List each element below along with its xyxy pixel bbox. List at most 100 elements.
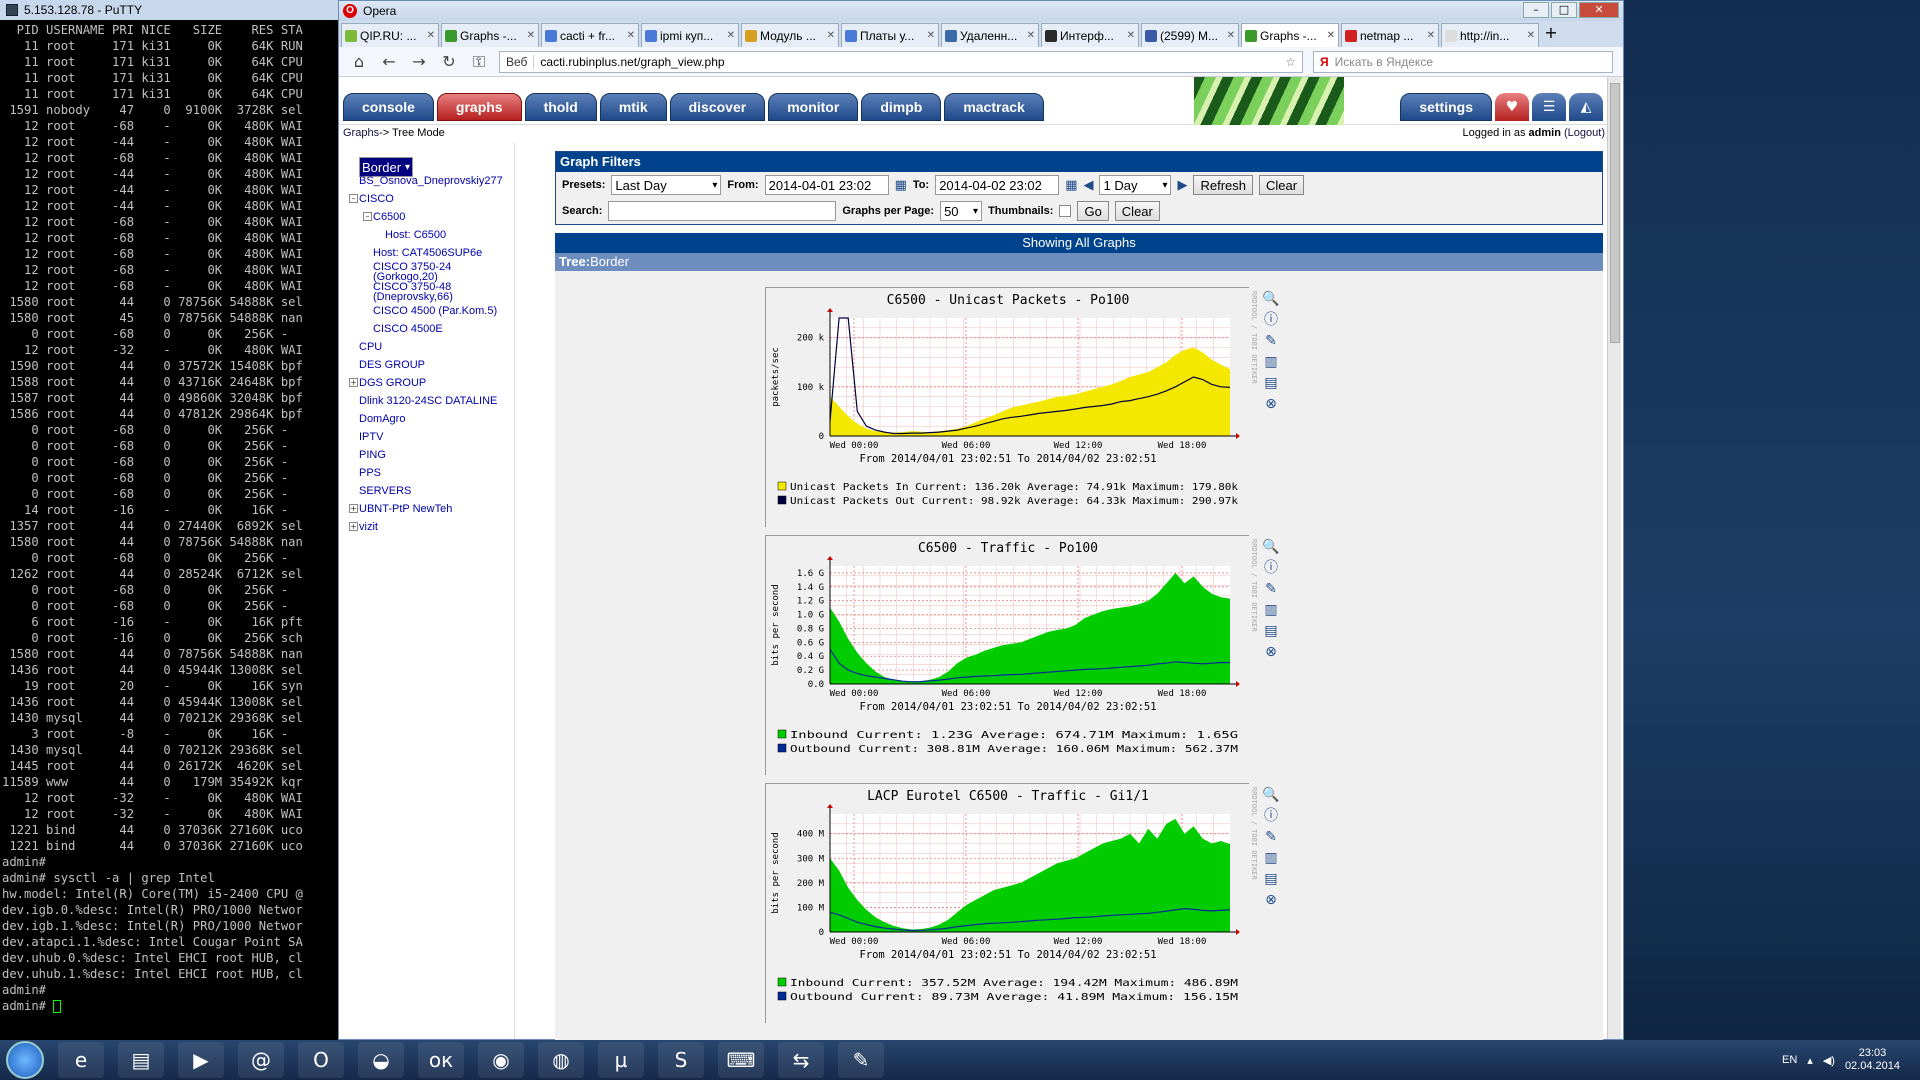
shift-left-icon[interactable]: ◀ bbox=[1083, 178, 1093, 193]
clock[interactable]: 23:03 02.04.2014 bbox=[1845, 1047, 1900, 1073]
info-icon[interactable]: ⓘ bbox=[1261, 558, 1281, 579]
tree-node[interactable]: CPU bbox=[359, 341, 382, 353]
tree-node[interactable]: DES GROUP bbox=[359, 359, 425, 371]
delete-icon[interactable]: ⊗ bbox=[1261, 394, 1281, 415]
thumbnails-checkbox[interactable] bbox=[1059, 205, 1072, 217]
chrome-icon[interactable]: ◉ bbox=[478, 1042, 524, 1078]
go-button[interactable]: Go bbox=[1077, 201, 1109, 221]
browser-tab[interactable]: ipmi куп... ✕ bbox=[641, 23, 739, 47]
delete-icon[interactable]: ⊗ bbox=[1261, 890, 1281, 911]
page-scrollbar[interactable] bbox=[1607, 77, 1621, 1039]
media-player-icon[interactable]: ▶ bbox=[178, 1042, 224, 1078]
putty-window[interactable]: 5.153.128.78 - PuTTY PID USERNAME PRI NI… bbox=[0, 0, 340, 1040]
network-globe-icon[interactable]: ◍ bbox=[538, 1042, 584, 1078]
properties-icon[interactable]: ✎ bbox=[1261, 331, 1281, 352]
tab-close-icon[interactable]: ✕ bbox=[627, 30, 635, 41]
tree-collapse-icon[interactable]: – bbox=[363, 212, 372, 221]
tree-node[interactable]: PPS bbox=[359, 467, 381, 479]
tab-console[interactable]: console bbox=[343, 93, 434, 121]
network-connections-icon[interactable]: ⌨ bbox=[718, 1042, 764, 1078]
tree-expand-icon[interactable]: + bbox=[349, 522, 358, 531]
tab-graphs[interactable]: graphs bbox=[436, 93, 522, 121]
tree-view-icon[interactable]: ♥ bbox=[1495, 93, 1529, 121]
tree-node[interactable]: vizit bbox=[359, 521, 378, 533]
preview-view-icon[interactable]: ◭ bbox=[1569, 93, 1603, 121]
rrd-graph[interactable]: LACP Eurotel C6500 - Traffic - Gi1/1 bits… bbox=[765, 783, 1250, 1024]
tree-node[interactable]: CISCO bbox=[359, 193, 394, 205]
to-input[interactable]: 2014-04-02 23:02 bbox=[935, 175, 1060, 195]
timespan-select[interactable]: 1 Day bbox=[1099, 175, 1172, 195]
browser-tab[interactable]: http://in... ✕ bbox=[1441, 23, 1539, 47]
tree-node[interactable]: (Dneprovsky,66) bbox=[373, 291, 453, 303]
browser-tab[interactable]: netmap ... ✕ bbox=[1341, 23, 1439, 47]
browser-tab[interactable]: (2599) M... ✕ bbox=[1141, 23, 1239, 47]
tab-thold[interactable]: thold bbox=[524, 93, 597, 121]
tab-settings[interactable]: settings bbox=[1400, 93, 1492, 121]
tab-close-icon[interactable]: ✕ bbox=[1527, 30, 1535, 41]
close-button[interactable]: ✕ bbox=[1579, 2, 1619, 18]
list-view-icon[interactable]: ☰ bbox=[1532, 93, 1566, 121]
zoom-icon[interactable]: 🔍 bbox=[1261, 537, 1281, 558]
tab-close-icon[interactable]: ✕ bbox=[427, 30, 435, 41]
tab-mtik[interactable]: mtik bbox=[599, 93, 667, 121]
tab-discover[interactable]: discover bbox=[669, 93, 766, 121]
tree-node[interactable]: CISCO 4500 (Par.Kom.5) bbox=[373, 305, 497, 317]
graph-search-input[interactable] bbox=[608, 201, 837, 221]
browser-tab[interactable]: Модуль ... ✕ bbox=[741, 23, 839, 47]
tray-arrow-icon[interactable]: ▴ bbox=[1807, 1054, 1813, 1067]
qip-icon[interactable]: ◒ bbox=[358, 1042, 404, 1078]
bookmark-star-icon[interactable]: ☆ bbox=[1285, 55, 1296, 69]
browser-tab[interactable]: Graphs -... ✕ bbox=[441, 23, 539, 47]
tab-close-icon[interactable]: ✕ bbox=[1427, 30, 1435, 41]
info-icon[interactable]: ⓘ bbox=[1261, 310, 1281, 331]
presets-select[interactable]: Last Day bbox=[611, 175, 722, 195]
odnoklassniki-icon[interactable]: ок bbox=[418, 1042, 464, 1078]
reload-icon[interactable]: ↻ bbox=[439, 52, 459, 71]
browser-tab[interactable]: Graphs -... ✕ bbox=[1241, 23, 1339, 47]
properties-icon[interactable]: ✎ bbox=[1261, 827, 1281, 848]
terminal-prompt-line[interactable]: admin# bbox=[0, 998, 340, 1014]
utorrent-icon[interactable]: µ bbox=[598, 1042, 644, 1078]
new-tab-icon[interactable]: + bbox=[1541, 23, 1561, 47]
notepad-icon[interactable]: ✎ bbox=[838, 1042, 884, 1078]
tab-close-icon[interactable]: ✕ bbox=[1027, 30, 1035, 41]
tab-close-icon[interactable]: ✕ bbox=[727, 30, 735, 41]
home-icon[interactable]: ⌂ bbox=[349, 52, 369, 71]
clear-time-button[interactable]: Clear bbox=[1259, 175, 1305, 195]
maximize-button[interactable]: □ bbox=[1551, 2, 1577, 18]
start-button[interactable] bbox=[6, 1041, 44, 1079]
opera-window[interactable]: O Opera – □ ✕ QIP.RU: ... ✕ Graphs -... ✕ ca… bbox=[338, 0, 1624, 1051]
logout-link[interactable]: (Logout) bbox=[1564, 127, 1605, 139]
tab-close-icon[interactable]: ✕ bbox=[527, 30, 535, 41]
rrd-graph[interactable]: C6500 - Traffic - Po100 bits per second 0.… bbox=[765, 535, 1250, 776]
graphs-per-page-select[interactable]: 50 bbox=[940, 201, 983, 221]
browser-tab[interactable]: Удаленн... ✕ bbox=[941, 23, 1039, 47]
forward-icon[interactable]: → bbox=[409, 52, 429, 71]
realtime-icon[interactable]: ▥ bbox=[1261, 352, 1281, 373]
tree-node[interactable]: UBNT-PtP NewTeh bbox=[359, 503, 452, 515]
language-indicator[interactable]: EN bbox=[1782, 1054, 1797, 1066]
back-icon[interactable]: ← bbox=[379, 52, 399, 71]
volume-icon[interactable]: ◀) bbox=[1823, 1054, 1835, 1067]
csv-export-icon[interactable]: ▤ bbox=[1261, 869, 1281, 890]
tree-node[interactable]: CISCO 4500E bbox=[373, 323, 443, 335]
browser-tab[interactable]: Интерф... ✕ bbox=[1041, 23, 1139, 47]
to-calendar-icon[interactable]: ▦ bbox=[1065, 178, 1077, 193]
tree-node[interactable]: Host: CAT4506SUP6e bbox=[373, 247, 482, 259]
rrd-graph[interactable]: C6500 - Unicast Packets - Po100 packets/s… bbox=[765, 287, 1250, 528]
teamviewer-icon[interactable]: ⇆ bbox=[778, 1042, 824, 1078]
delete-icon[interactable]: ⊗ bbox=[1261, 642, 1281, 663]
tab-close-icon[interactable]: ✕ bbox=[927, 30, 935, 41]
tree-node[interactable]: C6500 bbox=[373, 211, 405, 223]
key-icon[interactable]: ⚿ bbox=[469, 52, 489, 72]
browser-tab[interactable]: QIP.RU: ... ✕ bbox=[341, 23, 439, 47]
tab-mactrack[interactable]: mactrack bbox=[944, 93, 1044, 121]
file-explorer-icon[interactable]: ▤ bbox=[118, 1042, 164, 1078]
tab-close-icon[interactable]: ✕ bbox=[1227, 30, 1235, 41]
putty-titlebar[interactable]: 5.153.128.78 - PuTTY bbox=[0, 0, 340, 20]
tree-node[interactable]: SERVERS bbox=[359, 485, 411, 497]
browser-tab[interactable]: cacti + fr... ✕ bbox=[541, 23, 639, 47]
opera-titlebar[interactable]: O Opera – □ ✕ bbox=[339, 1, 1623, 21]
tree-expand-icon[interactable]: + bbox=[349, 378, 358, 387]
breadcrumb-graphs-link[interactable]: Graphs bbox=[343, 127, 379, 141]
